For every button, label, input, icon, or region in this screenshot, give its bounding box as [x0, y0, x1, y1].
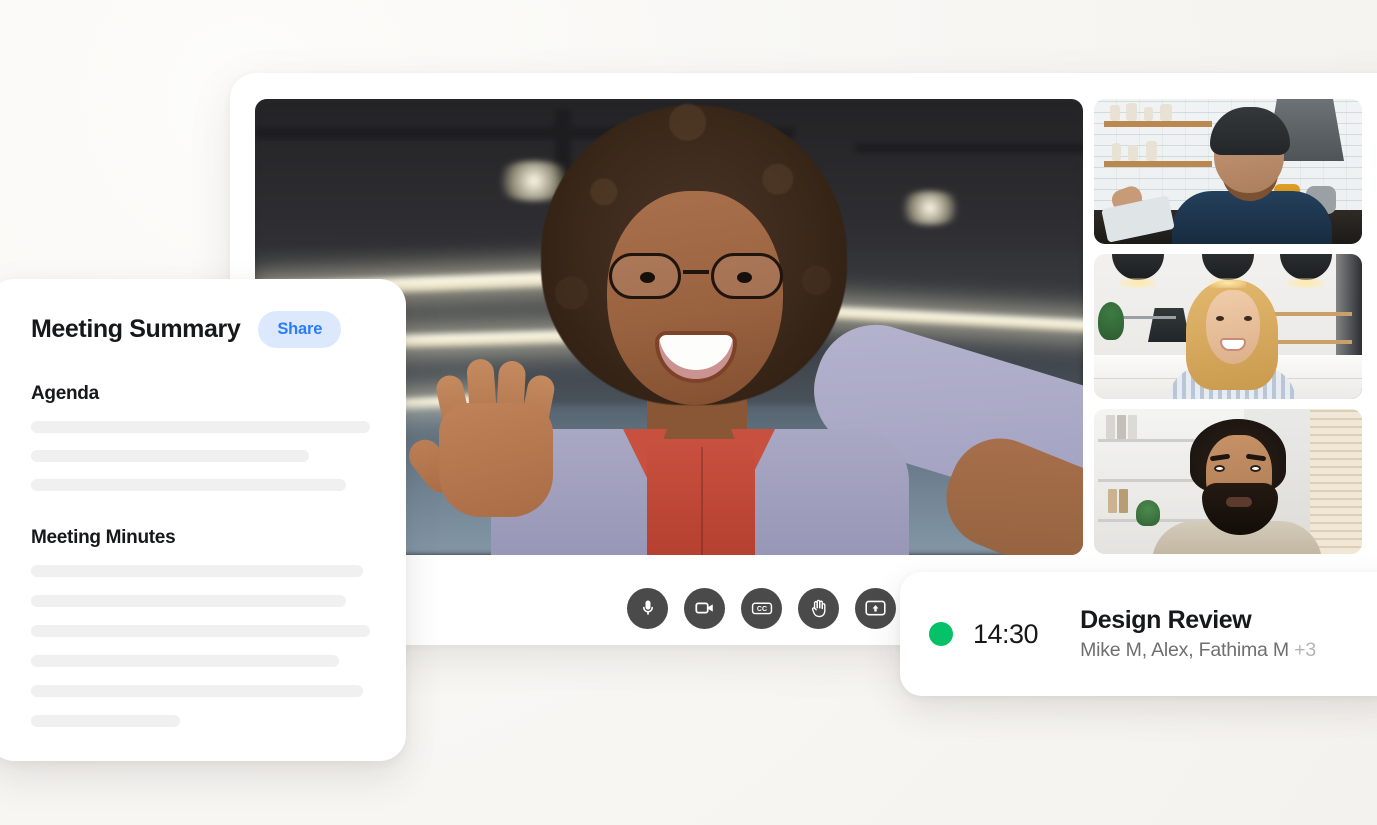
skeleton-line: [31, 565, 364, 577]
captions-button[interactable]: CC: [741, 587, 782, 629]
svg-text:CC: CC: [756, 606, 766, 613]
raise-hand-icon: [809, 598, 829, 619]
video-stage: [255, 99, 1377, 555]
skeleton-line: [31, 595, 347, 607]
participant-video-2[interactable]: [1094, 254, 1362, 399]
meeting-summary-card: Meeting Summary Share Agenda Meeting Min…: [0, 279, 406, 761]
upcoming-meeting-card[interactable]: 14:30 Design Review Mike M, Alex, Fathim…: [900, 572, 1377, 696]
participant-overflow-count: +3: [1294, 639, 1317, 662]
page-title: Meeting Summary: [31, 315, 241, 343]
skeleton-line: [31, 450, 309, 462]
share-button[interactable]: Share: [258, 311, 342, 348]
closed-captions-icon: CC: [750, 596, 774, 620]
status-badge: [929, 622, 953, 646]
participant-video-1[interactable]: [1094, 99, 1362, 244]
participant-video-3[interactable]: [1094, 409, 1362, 554]
skeleton-line: [31, 655, 340, 667]
skeleton-line: [31, 715, 181, 727]
meeting-title: Design Review: [1080, 605, 1252, 634]
screen-share-icon: [864, 598, 887, 619]
participant-thumbnail-list: [1094, 99, 1377, 555]
mic-button[interactable]: [627, 587, 668, 629]
minutes-placeholder-lines: [31, 565, 370, 727]
raise-hand-button[interactable]: [798, 587, 839, 629]
participant-names: Mike M, Alex, Fathima M: [1080, 639, 1289, 662]
skeleton-line: [31, 625, 370, 637]
agenda-placeholder-lines: [31, 421, 370, 491]
section-heading-meeting-minutes: Meeting Minutes: [31, 527, 176, 548]
summary-header: Meeting Summary Share: [31, 311, 370, 348]
microphone-icon: [638, 598, 658, 618]
skeleton-line: [31, 479, 347, 491]
meeting-time: 14:30: [973, 618, 1039, 649]
skeleton-line: [31, 685, 364, 697]
screen-share-button[interactable]: [855, 587, 896, 629]
skeleton-line: [31, 421, 370, 433]
section-heading-agenda: Agenda: [31, 383, 99, 404]
meeting-details: Design Review Mike M, Alex, Fathima M +3: [1080, 606, 1316, 663]
video-camera-icon: [694, 597, 716, 619]
meeting-participants: Mike M, Alex, Fathima M +3: [1080, 639, 1316, 662]
camera-button[interactable]: [684, 587, 725, 629]
